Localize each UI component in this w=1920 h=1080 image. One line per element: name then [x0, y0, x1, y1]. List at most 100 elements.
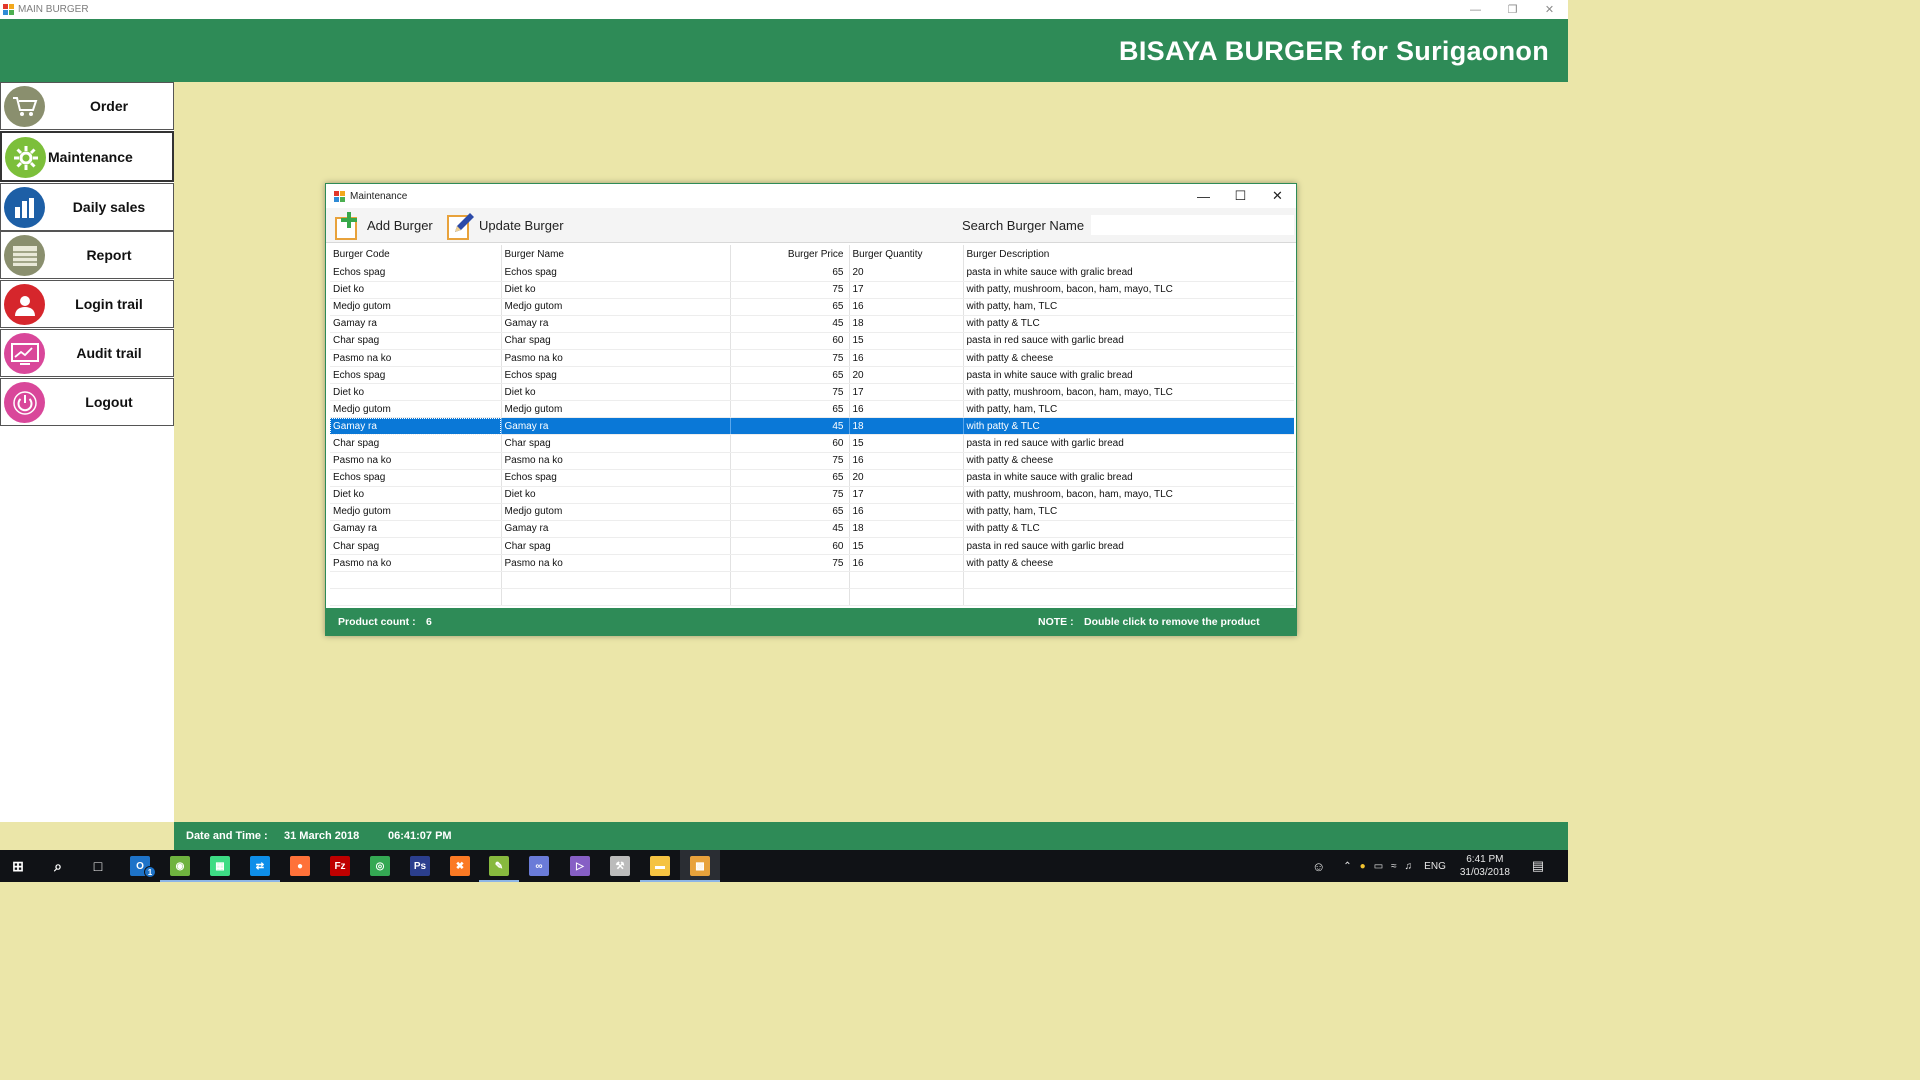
firefox-icon[interactable]: ●	[290, 856, 310, 876]
cell-burger-quantity[interactable]: 17	[849, 281, 964, 299]
cell-burger-description[interactable]: pasta in white sauce with gralic bread	[963, 366, 1294, 385]
cell-burger-price[interactable]: 45	[730, 315, 850, 333]
cell-burger-description[interactable]: pasta in white sauce with gralic bread	[963, 469, 1294, 487]
close-button[interactable]: ✕	[1531, 0, 1568, 19]
cell-burger-code[interactable]: Pasmo na ko	[330, 452, 502, 470]
cell-burger-price[interactable]: 75	[730, 486, 850, 504]
cell-burger-name[interactable]: Echos spag	[501, 264, 731, 282]
cell-burger-quantity[interactable]: 16	[849, 298, 964, 316]
volume-icon[interactable]: ♫	[1405, 861, 1413, 872]
cell-burger-price[interactable]: 65	[730, 298, 850, 316]
cell-burger-price[interactable]: 65	[730, 264, 850, 282]
cell-burger-code[interactable]: Pasmo na ko	[330, 554, 502, 573]
cell-burger-price[interactable]: 60	[730, 434, 850, 453]
column-header-burger-description[interactable]: Burger Description	[963, 245, 1294, 264]
cell-burger-name[interactable]: Echos spag	[501, 469, 731, 487]
cell-burger-code[interactable]: Pasmo na ko	[330, 349, 502, 368]
cell-burger-code[interactable]: Diet ko	[330, 383, 502, 402]
action-center-icon[interactable]: ▤	[1532, 858, 1544, 874]
cell-burger-name[interactable]: Char spag	[501, 332, 731, 350]
sidebar-item-maintenance[interactable]: Maintenance	[0, 131, 174, 182]
cell-burger-quantity[interactable]: 16	[849, 400, 964, 419]
notification-app-icon[interactable]: ●	[1360, 861, 1366, 872]
cell-burger-code[interactable]: Gamay ra	[330, 315, 502, 333]
cell-burger-quantity[interactable]: 15	[849, 332, 964, 350]
xampp-icon[interactable]: ✖	[450, 856, 470, 876]
cell-burger-code[interactable]: Diet ko	[330, 281, 502, 299]
table-row[interactable]: Medjo gutom Medjo gutom 65 16 with patty, ha…	[330, 400, 1294, 419]
cell-burger-description[interactable]: with patty & TLC	[963, 520, 1294, 539]
table-row[interactable]: Diet ko Diet ko 75 17 with patty, mushroom, …	[330, 281, 1294, 299]
sidebar-item-audit-trail[interactable]: Audit trail	[0, 329, 174, 377]
filezilla-icon[interactable]: Fz	[330, 856, 350, 876]
cell-burger-description[interactable]: with patty & cheese	[963, 554, 1294, 573]
burger-table[interactable]: Burger Code Burger Name Burger Price Bur…	[330, 245, 1294, 606]
table-row[interactable]: Gamay ra Gamay ra 45 18 with patty & TLC	[330, 520, 1294, 539]
column-header-burger-code[interactable]: Burger Code	[330, 245, 502, 264]
cell-burger-price[interactable]: 45	[730, 520, 850, 539]
cell-burger-description[interactable]: with patty, ham, TLC	[963, 298, 1294, 316]
table-row[interactable]: Echos spag Echos spag 65 20 pasta in white s…	[330, 366, 1294, 385]
update-burger-button[interactable]: Update Burger	[446, 210, 564, 240]
cell-burger-quantity[interactable]: 20	[849, 264, 964, 282]
table-row[interactable]: Echos spag Echos spag 65 20 pasta in white s…	[330, 264, 1294, 282]
cell-burger-name[interactable]: Pasmo na ko	[501, 452, 731, 470]
tools-icon[interactable]: ⚒	[610, 856, 630, 876]
cell-burger-code[interactable]: Diet ko	[330, 486, 502, 504]
cell-burger-name[interactable]: Gamay ra	[501, 520, 731, 539]
search-icon[interactable]: ⌕	[48, 856, 68, 876]
cell-burger-description[interactable]: with patty & cheese	[963, 452, 1294, 470]
cell-burger-name[interactable]: Gamay ra	[501, 417, 731, 436]
cell-burger-name[interactable]: Char spag	[501, 537, 731, 556]
cell-burger-code[interactable]: Char spag	[330, 537, 502, 556]
cell-burger-quantity[interactable]: 16	[849, 452, 964, 470]
table-row[interactable]: Gamay ra Gamay ra 45 18 with patty & TLC	[330, 315, 1294, 333]
cell-burger-price[interactable]: 60	[730, 537, 850, 556]
cell-burger-description[interactable]: pasta in red sauce with garlic bread	[963, 434, 1294, 453]
cell-burger-code[interactable]: Medjo gutom	[330, 400, 502, 419]
cell-burger-name[interactable]: Diet ko	[501, 486, 731, 504]
cell-burger-price[interactable]: 60	[730, 332, 850, 350]
android-studio-icon[interactable]: ◉	[170, 856, 190, 876]
cell-burger-code[interactable]: Echos spag	[330, 264, 502, 282]
table-row[interactable]: Pasmo na ko Pasmo na ko 75 16 with patty & c…	[330, 452, 1294, 470]
sidebar-item-order[interactable]: Order	[0, 82, 174, 130]
cell-burger-price[interactable]: 65	[730, 469, 850, 487]
chevron-up-icon[interactable]: ⌃	[1343, 861, 1351, 872]
sidebar-item-logout[interactable]: Logout	[0, 378, 174, 426]
cell-burger-quantity[interactable]: 17	[849, 383, 964, 402]
cell-burger-name[interactable]: Pasmo na ko	[501, 554, 731, 573]
cell-burger-quantity[interactable]: 15	[849, 537, 964, 556]
clock[interactable]: 6:41 PM 31/03/2018	[1460, 853, 1510, 879]
cell-burger-price[interactable]: 65	[730, 503, 850, 521]
cell-burger-name[interactable]: Medjo gutom	[501, 503, 731, 521]
cell-burger-name[interactable]: Pasmo na ko	[501, 349, 731, 368]
cell-burger-price[interactable]: 45	[730, 417, 850, 436]
cell-burger-description[interactable]: with patty, mushroom, bacon, ham, mayo, …	[963, 383, 1294, 402]
cell-burger-description[interactable]: with patty, ham, TLC	[963, 503, 1294, 521]
cell-burger-description[interactable]: with patty, ham, TLC	[963, 400, 1294, 419]
maximize-button[interactable]: ☐	[1222, 184, 1259, 208]
task-view-icon[interactable]: □	[88, 856, 108, 876]
table-row[interactable]: Medjo gutom Medjo gutom 65 16 with patty, ha…	[330, 503, 1294, 521]
photoshop-icon[interactable]: Ps	[410, 856, 430, 876]
start-icon[interactable]: ⊞	[8, 856, 28, 876]
battery-icon[interactable]: ▭	[1374, 861, 1383, 872]
file-explorer-icon[interactable]: ▬	[650, 856, 670, 876]
cell-burger-description[interactable]: with patty, mushroom, bacon, ham, mayo, …	[963, 486, 1294, 504]
cell-burger-quantity[interactable]: 15	[849, 434, 964, 453]
cell-burger-description[interactable]: with patty & TLC	[963, 417, 1294, 436]
cell-burger-code[interactable]: Medjo gutom	[330, 298, 502, 316]
cell-burger-price[interactable]: 75	[730, 281, 850, 299]
cell-burger-price[interactable]: 75	[730, 452, 850, 470]
table-row[interactable]: Char spag Char spag 60 15 pasta in red sauce…	[330, 434, 1294, 453]
sidebar-item-report[interactable]: Report	[0, 231, 174, 279]
table-row[interactable]: Char spag Char spag 60 15 pasta in red sauce…	[330, 537, 1294, 556]
cell-burger-quantity[interactable]: 16	[849, 349, 964, 368]
add-burger-button[interactable]: Add Burger	[334, 210, 433, 240]
table-row[interactable]: Pasmo na ko Pasmo na ko 75 16 with patty & c…	[330, 554, 1294, 573]
wifi-icon[interactable]: ≈	[1391, 861, 1397, 872]
main-burger-app-icon[interactable]: ▩	[690, 856, 710, 876]
notepad-plus-icon[interactable]: ✎	[489, 856, 509, 876]
table-row[interactable]: Pasmo na ko Pasmo na ko 75 16 with patty & c…	[330, 349, 1294, 368]
